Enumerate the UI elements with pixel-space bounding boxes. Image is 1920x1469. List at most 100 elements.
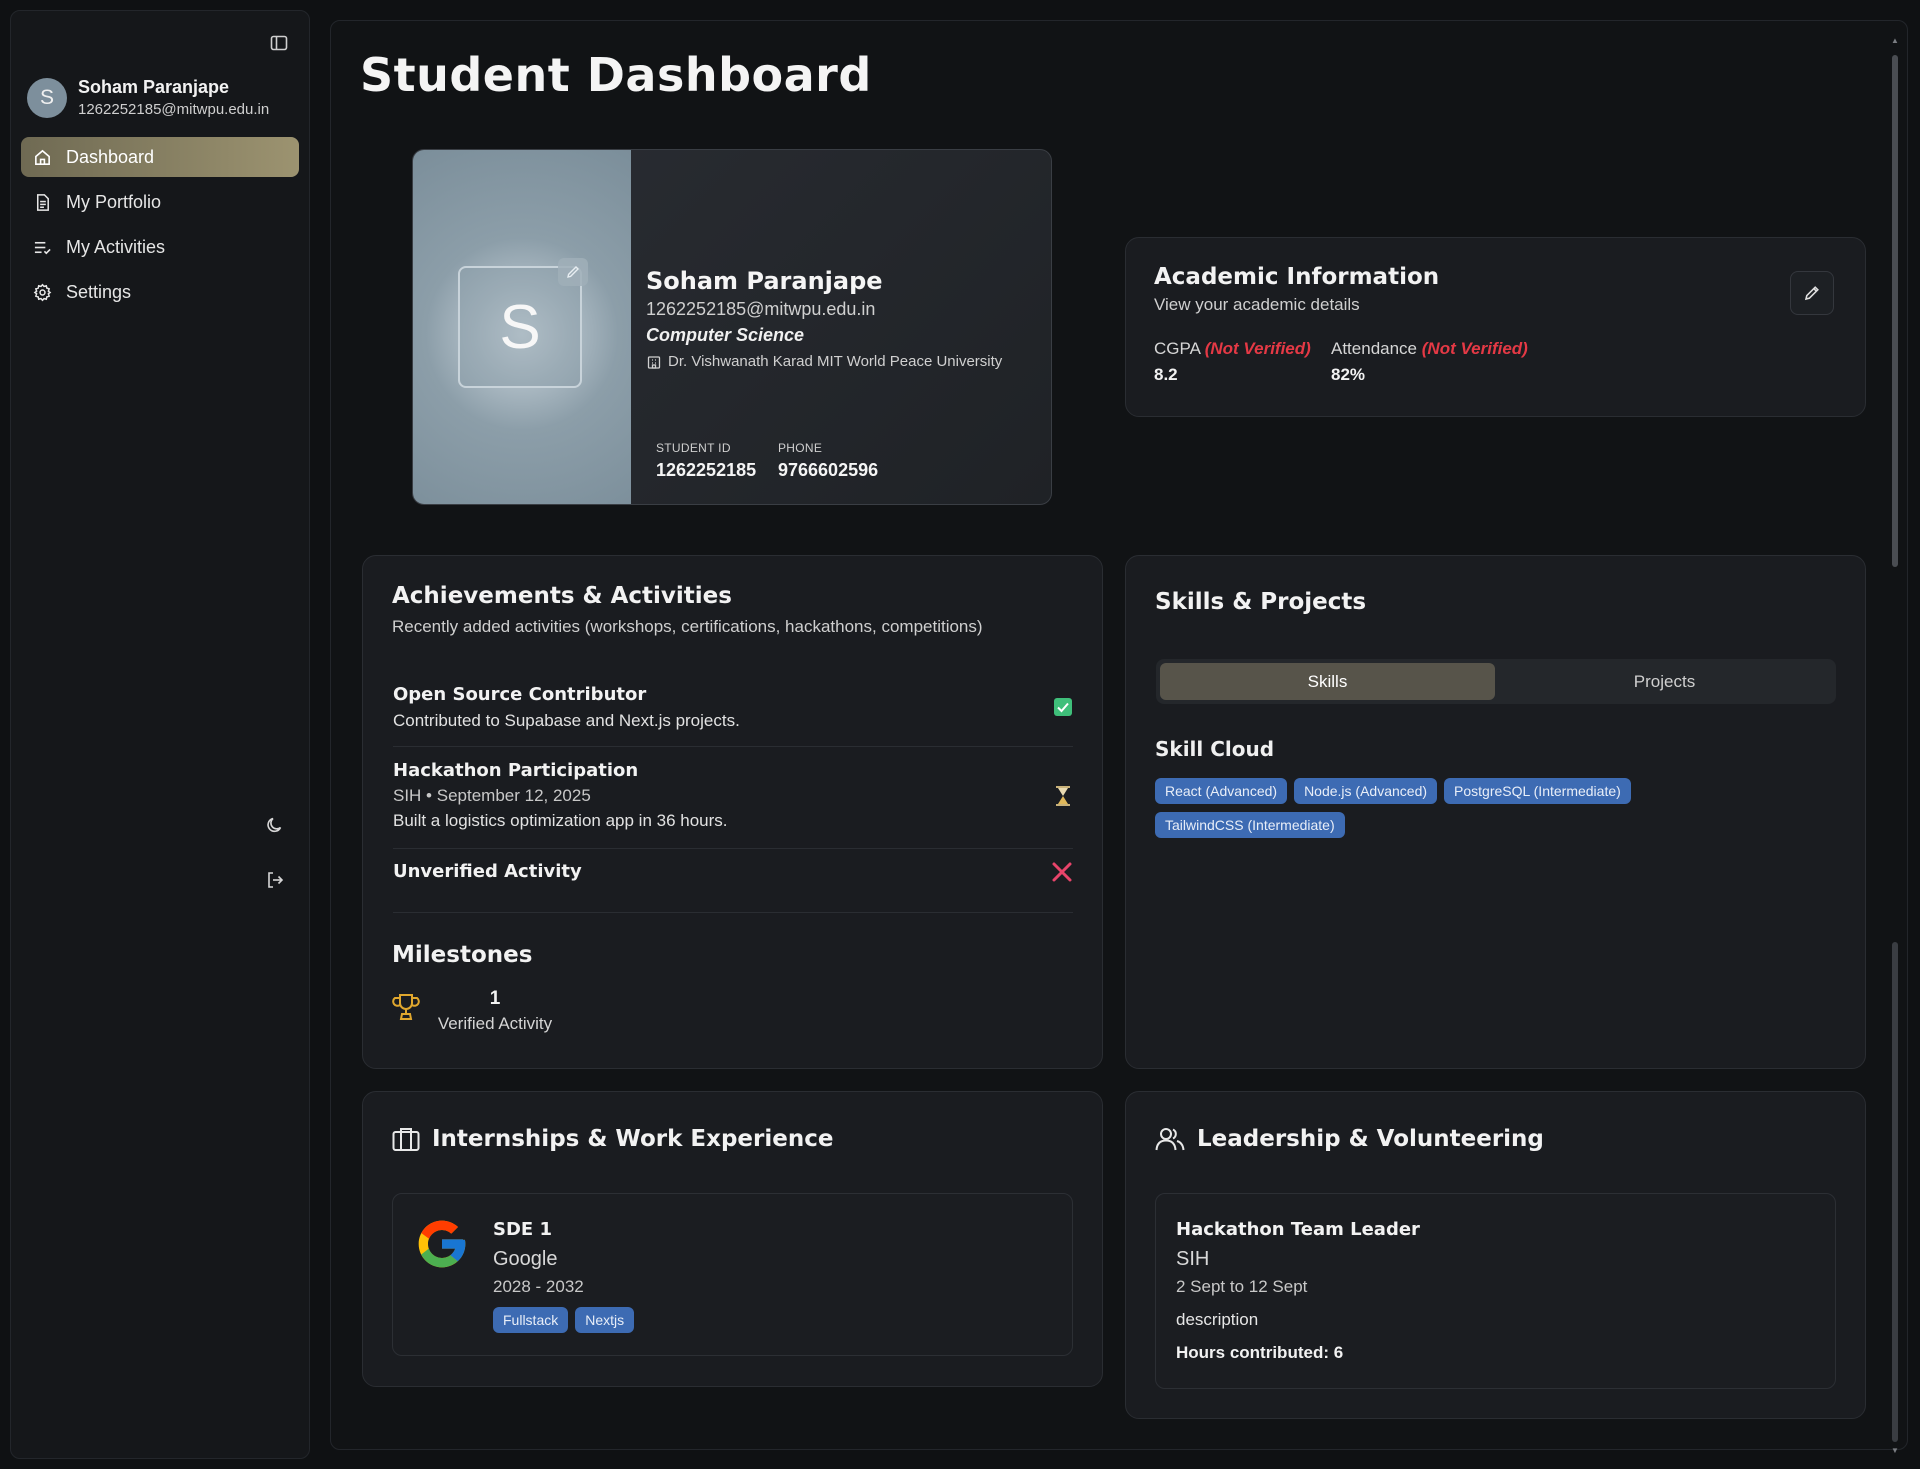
attendance-value: 82%: [1331, 365, 1366, 384]
student-id-value: 1262252185: [656, 460, 757, 480]
scroll-thumb-lower[interactable]: [1892, 942, 1898, 1442]
internships-title: Internships & Work Experience: [432, 1126, 834, 1152]
sidebar-toggle-icon[interactable]: [265, 29, 293, 57]
student-id-label: STUDENT ID: [656, 441, 731, 455]
sidebar-item-settings[interactable]: Settings: [21, 272, 299, 312]
internship-tags: Fullstack Nextjs: [493, 1307, 641, 1341]
scroll-thumb[interactable]: [1892, 55, 1898, 567]
activity-title: Open Source Contributor: [393, 684, 647, 705]
student-name: Soham Paranjape: [646, 267, 883, 295]
skill-chip: TailwindCSS (Intermediate): [1155, 812, 1345, 838]
leadership-title: Leadership & Volunteering: [1197, 1126, 1544, 1152]
leadership-card: Leadership & Volunteering Hackathon Team…: [1125, 1091, 1866, 1419]
user-name: Soham Paranjape: [78, 77, 230, 97]
list-icon: [33, 238, 52, 257]
logout-icon[interactable]: [261, 866, 289, 894]
activity-item[interactable]: Hackathon Participation SIH • September …: [393, 760, 1073, 849]
moon-icon[interactable]: [261, 811, 289, 839]
page-title: Student Dashboard: [360, 48, 872, 102]
leadership-hours: Hours contributed: 6: [1176, 1343, 1344, 1362]
tab-skills[interactable]: Skills: [1160, 663, 1495, 700]
building-icon: [646, 354, 662, 370]
activity-item[interactable]: Open Source Contributor Contributed to S…: [393, 684, 1073, 747]
student-email: 1262252185@mitwpu.edu.in: [646, 299, 876, 319]
tab-projects[interactable]: Projects: [1497, 663, 1832, 700]
user-email: 1262252185@mitwpu.edu.in: [78, 101, 270, 118]
skill-chip: React (Advanced): [1155, 778, 1288, 804]
attendance-field: Attendance (Not Verified) 82%: [1331, 339, 1528, 385]
achievements-subtitle: Recently added activities (workshops, ce…: [392, 617, 983, 636]
leadership-period: 2 Sept to 12 Sept: [1176, 1277, 1308, 1296]
pencil-icon: [1803, 284, 1821, 302]
sidebar-item-label: My Portfolio: [66, 191, 162, 212]
activity-item[interactable]: Unverified Activity: [393, 861, 1073, 913]
activity-title: Unverified Activity: [393, 861, 582, 882]
milestone-label: Verified Activity: [437, 1014, 553, 1033]
edit-photo-icon[interactable]: [558, 258, 588, 286]
cgpa-field: CGPA (Not Verified) 8.2: [1154, 339, 1311, 385]
skill-chip: Node.js (Advanced): [1294, 778, 1438, 804]
cgpa-value: 8.2: [1154, 365, 1178, 384]
briefcase-icon: [392, 1126, 420, 1152]
cgpa-status: (Not Verified): [1204, 339, 1311, 358]
sidebar: S Soham Paranjape 1262252185@mitwpu.edu.…: [10, 10, 310, 1459]
skill-chips: React (Advanced) Node.js (Advanced) Postgr…: [1155, 778, 1835, 846]
scroll-up-icon[interactable]: ▲: [1891, 37, 1899, 45]
leadership-org: SIH: [1176, 1248, 1210, 1270]
sidebar-user[interactable]: S Soham Paranjape 1262252185@mitwpu.edu.…: [27, 77, 269, 118]
internship-role: SDE 1: [493, 1219, 552, 1240]
internship-period: 2028 - 2032: [493, 1277, 584, 1296]
avatar: S: [27, 77, 67, 118]
users-icon: [1155, 1126, 1185, 1152]
skill-cloud-title: Skill Cloud: [1155, 737, 1275, 761]
scrollbar[interactable]: ▲ ▼: [1891, 37, 1899, 1457]
google-logo-icon: [414, 1216, 470, 1272]
activity-title: Hackathon Participation: [393, 760, 639, 781]
sidebar-item-dashboard[interactable]: Dashboard: [21, 137, 299, 177]
activity-description: Built a logistics optimization app in 36…: [393, 811, 728, 830]
academic-title: Academic Information: [1154, 264, 1440, 290]
leadership-header: Leadership & Volunteering: [1155, 1126, 1544, 1152]
document-icon: [33, 193, 52, 212]
gear-icon: [33, 283, 52, 302]
student-department: Computer Science: [646, 325, 805, 345]
internships-card: Internships & Work Experience SDE 1 Goog…: [362, 1091, 1103, 1387]
cgpa-label-row: CGPA (Not Verified): [1154, 339, 1311, 359]
leadership-item[interactable]: Hackathon Team Leader SIH 2 Sept to 12 S…: [1155, 1193, 1836, 1389]
sidebar-item-my-activities[interactable]: My Activities: [21, 227, 299, 267]
attendance-label-row: Attendance (Not Verified): [1331, 339, 1528, 359]
skills-tabs: Skills Projects: [1156, 659, 1836, 704]
milestone-stat: 1 Verified Activity: [433, 988, 557, 1034]
internship-company: Google: [493, 1248, 558, 1270]
milestones-title: Milestones: [392, 942, 533, 968]
internship-item[interactable]: SDE 1 Google 2028 - 2032 Fullstack Nextjs: [392, 1193, 1073, 1356]
sidebar-item-my-portfolio[interactable]: My Portfolio: [21, 182, 299, 222]
academic-info-card: Academic Information View your academic …: [1125, 237, 1866, 417]
milestone-count: 1: [489, 988, 501, 1009]
internships-header: Internships & Work Experience: [392, 1126, 833, 1152]
verified-check-icon: [1053, 697, 1073, 717]
skills-projects-card: Skills & Projects Skills Projects Skill …: [1125, 555, 1866, 1069]
id-card-photo-panel: S: [413, 150, 631, 504]
attendance-status: (Not Verified): [1421, 339, 1528, 358]
phone-label: PHONE: [778, 441, 823, 455]
achievements-card: Achievements & Activities Recently added…: [362, 555, 1103, 1069]
sidebar-item-label: Dashboard: [66, 146, 155, 167]
activity-description: Contributed to Supabase and Next.js proj…: [393, 711, 740, 730]
id-card-info: Soham Paranjape 1262252185@mitwpu.edu.in…: [646, 267, 1002, 370]
sidebar-nav: Dashboard My Portfolio My Activities Set…: [21, 137, 299, 317]
rejected-x-icon: [1051, 861, 1073, 883]
activity-meta: SIH • September 12, 2025: [393, 786, 591, 805]
student-university: Dr. Vishwanath Karad MIT World Peace Uni…: [646, 353, 1002, 370]
edit-academic-button[interactable]: [1790, 271, 1834, 315]
trophy-icon: [392, 992, 420, 1022]
achievements-title: Achievements & Activities: [392, 583, 732, 609]
scroll-down-icon[interactable]: ▼: [1891, 1447, 1899, 1455]
skill-chip: PostgreSQL (Intermediate): [1444, 778, 1631, 804]
home-icon: [33, 148, 52, 167]
internship-tag: Fullstack: [493, 1307, 569, 1333]
university-name: Dr. Vishwanath Karad MIT World Peace Uni…: [668, 353, 1003, 370]
internship-tag: Nextjs: [575, 1307, 635, 1333]
leadership-role: Hackathon Team Leader: [1176, 1219, 1420, 1240]
academic-subtitle: View your academic details: [1154, 295, 1360, 314]
